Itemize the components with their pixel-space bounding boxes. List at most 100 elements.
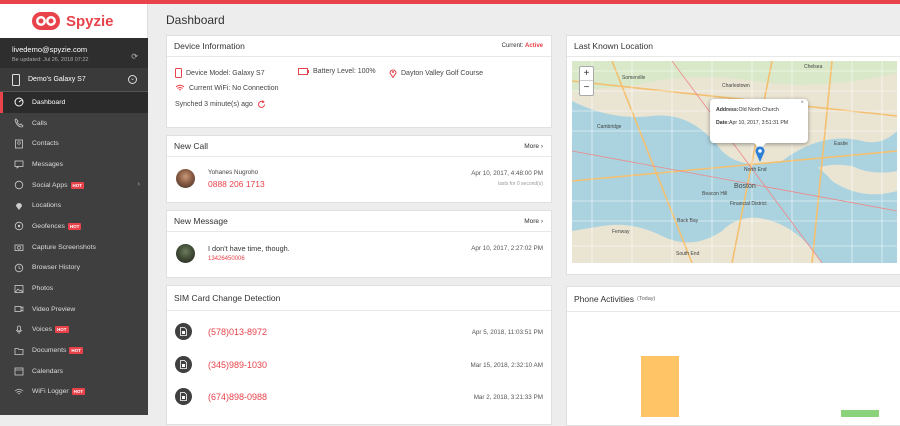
- sidebar-item-messages[interactable]: Messages: [0, 154, 148, 175]
- location-popup: × Address:Old North Church Date:Apr 10, …: [710, 99, 808, 149]
- more-link[interactable]: More ›: [524, 143, 543, 150]
- device-model: Device Model: Galaxy S7: [175, 68, 265, 78]
- contacts-icon: [14, 139, 24, 149]
- location-map[interactable]: Somerville Cambridge Charlestown Chelsea…: [572, 61, 897, 263]
- status-active: Active: [524, 43, 543, 49]
- device-name: Demo's Galaxy S7: [28, 76, 86, 83]
- sidebar: Spyzie livedemo@spyzie.com Be updated: J…: [0, 4, 148, 415]
- geofence-icon: [14, 221, 24, 231]
- sidebar-item-voices[interactable]: Voices HOT: [0, 320, 148, 341]
- refresh-icon[interactable]: [257, 100, 266, 109]
- folder-icon: [14, 346, 24, 356]
- wifi-icon: [14, 387, 24, 397]
- sidebar-item-documents[interactable]: Documents HOT: [0, 340, 148, 361]
- map-marker-icon[interactable]: [755, 146, 765, 167]
- camera-icon: [14, 242, 24, 252]
- sim-change-card: SIM Card Change Detection (578)013-8972 …: [166, 285, 552, 425]
- zoom-controls: + −: [579, 66, 594, 96]
- zoom-out-button[interactable]: −: [580, 81, 593, 95]
- close-icon[interactable]: ×: [800, 100, 804, 106]
- calendar-icon: [14, 366, 24, 376]
- card-subtitle: (Today): [637, 296, 656, 302]
- last-known-location-card: Last Known Location Somerville Cambridge…: [566, 35, 900, 275]
- hot-badge: HOT: [70, 181, 85, 189]
- card-title: SIM Card Change Detection: [174, 293, 281, 303]
- avatar: [176, 244, 195, 263]
- map-label: Financial District: [730, 201, 767, 207]
- microphone-icon: [14, 325, 24, 335]
- message-text: I don't have time, though.: [208, 244, 290, 253]
- hot-badge: HOT: [69, 347, 83, 355]
- history-icon: [14, 263, 24, 273]
- map-label: South End: [676, 251, 700, 257]
- page-title: Dashboard: [166, 13, 225, 27]
- popup-address: Old North Church: [738, 107, 779, 113]
- sidebar-item-label: Capture Screenshots: [32, 243, 96, 251]
- sidebar-item-label: WiFi Logger: [32, 388, 69, 396]
- account-email: livedemo@spyzie.com: [12, 45, 88, 54]
- sidebar-item-dashboard[interactable]: Dashboard: [0, 92, 148, 113]
- app-name: Spyzie: [66, 12, 114, 30]
- sidebar-item-calls[interactable]: Calls: [0, 113, 148, 134]
- sidebar-item-browser-history[interactable]: Browser History: [0, 258, 148, 279]
- location-text: Dayton Valley Golf Course: [401, 69, 483, 77]
- call-duration: lasts for 0 second(s): [497, 181, 543, 187]
- wifi-icon: [175, 84, 185, 92]
- video-icon: [14, 304, 24, 314]
- map-label: Fenway: [612, 229, 630, 235]
- sidebar-item-video-preview[interactable]: Video Preview: [0, 299, 148, 320]
- sidebar-item-social-apps[interactable]: Social Apps HOT ›: [0, 175, 148, 196]
- sidebar-item-label: Documents: [32, 347, 67, 355]
- card-header: Last Known Location: [567, 36, 900, 57]
- sim-number: (578)013-8972: [208, 327, 268, 337]
- sidebar-item-photos[interactable]: Photos: [0, 278, 148, 299]
- current-label: Current:: [501, 43, 524, 49]
- sim-date: Apr 5, 2018, 11:03:51 PM: [471, 329, 543, 336]
- current-wifi: Current WiFi: No Connection: [175, 84, 278, 92]
- list-item: (578)013-8972 Apr 5, 2018, 11:03:51 PM: [167, 317, 551, 347]
- message-number: 13426450006: [208, 256, 245, 262]
- chevron-right-icon: ›: [137, 180, 140, 188]
- new-call-card: New Call More › Yohanes Nugroho 0888 206…: [166, 135, 552, 203]
- card-header: SIM Card Change Detection: [167, 286, 551, 311]
- phone-device-icon: [12, 73, 20, 86]
- more-label: More: [524, 142, 540, 150]
- device-selector[interactable]: Demo's Galaxy S7 ⌄: [0, 68, 148, 92]
- account-info: livedemo@spyzie.com Be updated: Jul 26, …: [0, 38, 148, 68]
- sidebar-item-locations[interactable]: Locations: [0, 195, 148, 216]
- sidebar-item-label: Dashboard: [32, 98, 66, 106]
- card-title: Device Information: [174, 41, 245, 51]
- sidebar-item-wifi-logger[interactable]: WiFi Logger HOT: [0, 382, 148, 403]
- map-label: Somerville: [622, 75, 646, 81]
- sidebar-item-contacts[interactable]: Contacts: [0, 133, 148, 154]
- photo-icon: [14, 284, 24, 294]
- card-header: Device Information Current: Active: [167, 36, 551, 57]
- more-link[interactable]: More ›: [524, 218, 543, 225]
- map-label: Back Bay: [677, 218, 699, 224]
- logo[interactable]: Spyzie: [0, 4, 148, 38]
- current-status: Current: Active: [502, 43, 543, 49]
- last-updated: Be updated: Jul 26, 2018 07:22: [12, 57, 89, 63]
- card-header: New Message More ›: [167, 211, 551, 232]
- chevron-down-icon[interactable]: ⌄: [128, 75, 137, 84]
- sidebar-item-geofences[interactable]: Geofences HOT: [0, 216, 148, 237]
- map-label: North End: [744, 167, 767, 173]
- device-model-text: Device Model: Galaxy S7: [186, 69, 265, 77]
- new-message-card: New Message More › I don't have time, th…: [166, 210, 552, 278]
- sidebar-nav: Dashboard Calls Contacts Messages Social…: [0, 92, 148, 402]
- sidebar-item-calendars[interactable]: Calendars: [0, 361, 148, 382]
- sim-card-icon: [175, 388, 192, 405]
- sim-date: Mar 2, 2018, 3:21:33 PM: [473, 394, 543, 401]
- sync-status: Synched 3 minute(s) ago: [175, 100, 270, 109]
- hot-badge: HOT: [71, 388, 86, 396]
- sidebar-item-capture-screenshots[interactable]: Capture Screenshots: [0, 237, 148, 258]
- location-pin-icon: [389, 68, 397, 78]
- phone-activities-card: Phone Activities (Today): [566, 286, 900, 426]
- popup-date: Apr 10, 2017, 3:51:31 PM: [728, 120, 789, 126]
- sync-text: Synched 3 minute(s) ago: [175, 101, 253, 108]
- sim-date: Mar 15, 2018, 2:32:10 AM: [470, 362, 543, 369]
- refresh-icon[interactable]: ⟳: [131, 52, 138, 61]
- zoom-in-button[interactable]: +: [580, 67, 593, 81]
- chat-icon: [14, 180, 24, 190]
- main-content: Dashboard Device Information Current: Ac…: [148, 4, 900, 426]
